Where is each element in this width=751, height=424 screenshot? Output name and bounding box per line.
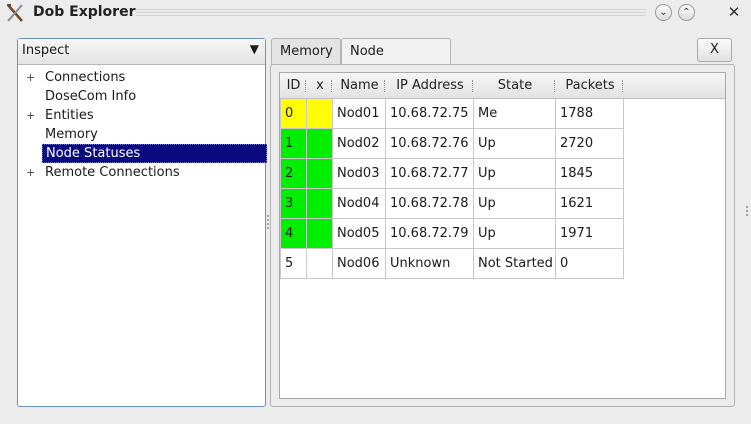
navigation-tree: + Connections DoseCom Info + Entities Memory N… [18, 68, 267, 182]
column-header-ip-address[interactable]: IP Address [386, 73, 474, 99]
inspect-combobox[interactable]: Inspect ▼ [18, 39, 265, 65]
splitter-handle[interactable] [267, 215, 269, 229]
column-separator [622, 80, 623, 92]
table-row[interactable]: 2 Nod03 10.68.72.77 Up 1845 [280, 159, 624, 189]
close-tab-button[interactable]: X [697, 38, 732, 62]
combobox-value: Inspect [22, 43, 70, 58]
cell-name: Nod05 [333, 219, 386, 249]
inspect-panel: Inspect ▼ + Connections DoseCom Info + Entit… [17, 38, 267, 407]
tab-node-statuses[interactable]: Node Statuses [341, 38, 451, 84]
cell-packets: 1845 [556, 159, 624, 189]
cell-state: Not Started [474, 249, 556, 279]
cell-name: Nod01 [333, 99, 386, 129]
cell-id: 4 [280, 219, 307, 249]
node-status-table: ID x Name IP Address State Packets 0 Nod0… [279, 72, 726, 399]
cell-status-indicator [307, 219, 333, 249]
column-separator [384, 80, 385, 92]
cell-ip-address: Unknown [386, 249, 474, 279]
cell-status-indicator [307, 159, 333, 189]
column-header-x[interactable]: x [307, 73, 333, 99]
resize-handle[interactable] [746, 206, 748, 218]
sidebar-item-label: DoseCom Info [45, 89, 137, 104]
cell-ip-address: 10.68.72.79 [386, 219, 474, 249]
column-separator [472, 80, 473, 92]
cell-packets: 2720 [556, 129, 624, 159]
cell-state: Up [474, 129, 556, 159]
cell-ip-address: 10.68.72.75 [386, 99, 474, 129]
sidebar-item-label: Connections [45, 70, 126, 85]
table-row[interactable]: 0 Nod01 10.68.72.75 Me 1788 [280, 99, 624, 129]
tab-memory[interactable]: Memory [271, 38, 341, 65]
cell-packets: 1621 [556, 189, 624, 219]
cell-state: Me [474, 99, 556, 129]
sidebar-item-label: Memory [45, 127, 98, 142]
column-separator [554, 80, 555, 92]
cell-ip-address: 10.68.72.77 [386, 159, 474, 189]
table-header: ID x Name IP Address State Packets [280, 73, 725, 99]
cell-name: Nod03 [333, 159, 386, 189]
maximize-button[interactable]: ⌃ [678, 4, 695, 21]
sidebar-item-memory[interactable]: Memory [18, 125, 265, 144]
close-window-button[interactable]: ✕ [725, 3, 743, 21]
table-row[interactable]: 4 Nod05 10.68.72.79 Up 1971 [280, 219, 624, 249]
cell-id: 3 [280, 189, 307, 219]
cell-packets: 1971 [556, 219, 624, 249]
sidebar-item-remote-connections[interactable]: + Remote Connections [18, 163, 265, 182]
expand-icon[interactable]: + [26, 106, 36, 125]
table-row[interactable]: 3 Nod04 10.68.72.78 Up 1621 [280, 189, 624, 219]
app-icon [7, 4, 23, 22]
column-header-packets[interactable]: Packets [556, 73, 624, 99]
cell-status-indicator [307, 129, 333, 159]
table-row[interactable]: 5 Nod06 Unknown Not Started 0 [280, 249, 624, 279]
cell-packets: 0 [556, 249, 624, 279]
sidebar-item-entities[interactable]: + Entities [18, 106, 265, 125]
cell-id: 0 [280, 99, 307, 129]
column-separator [331, 80, 332, 92]
sidebar-item-label: Entities [45, 108, 94, 123]
cell-name: Nod04 [333, 189, 386, 219]
chevron-down-icon: ▼ [249, 42, 259, 56]
cell-state: Up [474, 159, 556, 189]
minimize-button[interactable]: ⌄ [655, 4, 672, 21]
cell-name: Nod06 [333, 249, 386, 279]
sidebar-item-node-statuses[interactable]: Node Statuses [18, 144, 267, 163]
sidebar-item-connections[interactable]: + Connections [18, 68, 265, 87]
column-header-id[interactable]: ID [280, 73, 307, 99]
cell-ip-address: 10.68.72.76 [386, 129, 474, 159]
cell-id: 2 [280, 159, 307, 189]
sidebar-item-label: Node Statuses [42, 144, 267, 163]
cell-status-indicator [307, 189, 333, 219]
expand-icon[interactable]: + [26, 68, 36, 87]
sidebar-item-dosecom-info[interactable]: DoseCom Info [18, 87, 265, 106]
cell-id: 5 [280, 249, 307, 279]
column-separator [305, 80, 306, 92]
cell-packets: 1788 [556, 99, 624, 129]
cell-id: 1 [280, 129, 307, 159]
cell-status-indicator [307, 99, 333, 129]
cell-ip-address: 10.68.72.78 [386, 189, 474, 219]
column-header-state[interactable]: State [474, 73, 556, 99]
column-header-name[interactable]: Name [333, 73, 386, 99]
cell-status-indicator [307, 249, 333, 279]
expand-icon[interactable]: + [26, 163, 36, 182]
cell-name: Nod02 [333, 129, 386, 159]
title-decoration [136, 9, 646, 18]
window-title: Dob Explorer [33, 4, 136, 20]
cell-state: Up [474, 219, 556, 249]
table-row[interactable]: 1 Nod02 10.68.72.76 Up 2720 [280, 129, 624, 159]
sidebar-item-label: Remote Connections [45, 165, 180, 180]
cell-state: Up [474, 189, 556, 219]
title-bar[interactable]: Dob Explorer ⌄ ⌃ ✕ [0, 0, 751, 26]
